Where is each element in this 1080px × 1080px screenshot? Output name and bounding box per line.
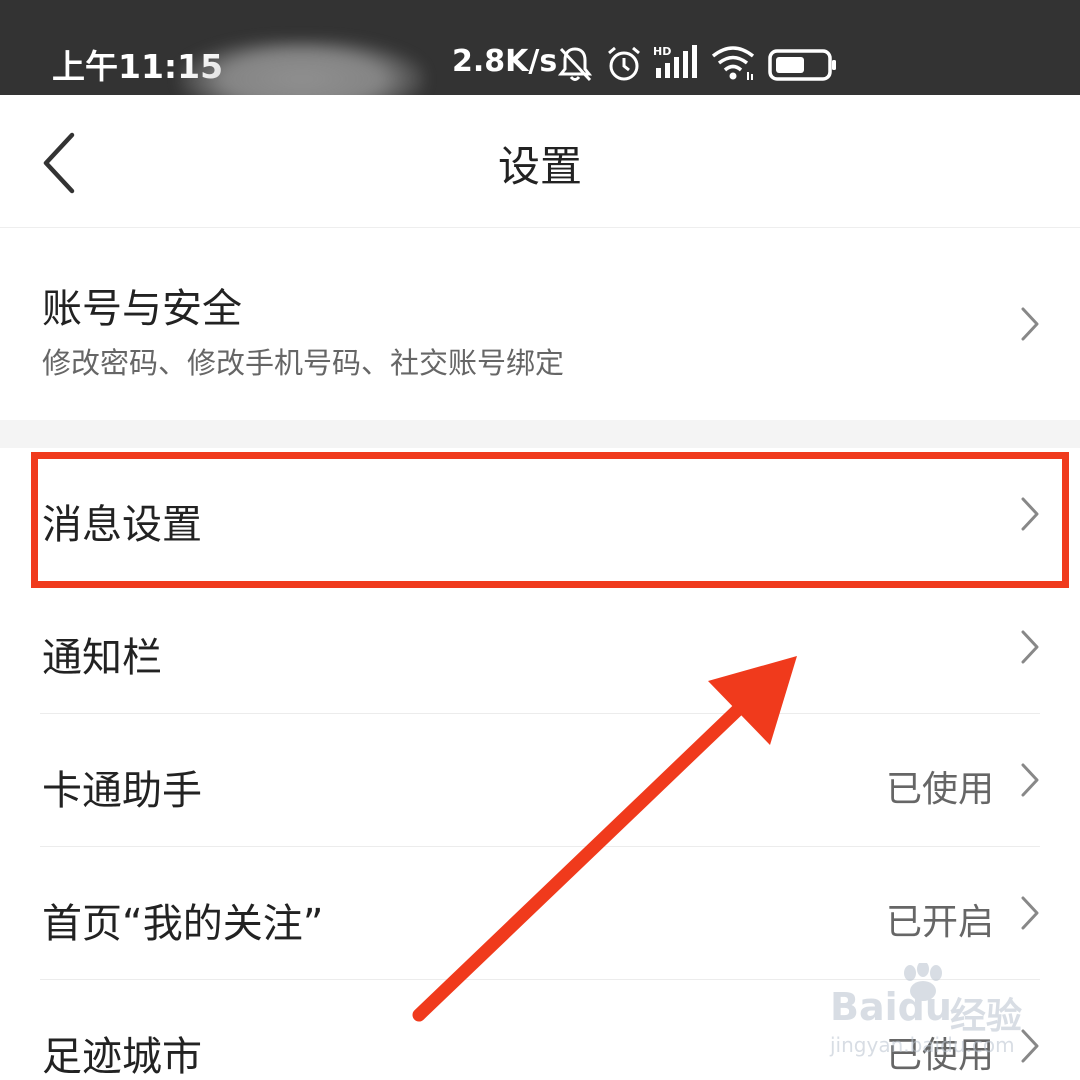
chevron-right-icon — [1021, 307, 1039, 341]
chevron-right-icon — [1021, 1029, 1039, 1063]
section-separator — [0, 420, 1080, 448]
setting-item-cartoon-assistant[interactable]: 卡通助手 已使用 — [0, 714, 1080, 847]
chevron-right-icon — [1021, 630, 1039, 664]
chevron-right-icon — [1021, 896, 1039, 930]
status-bar: 上午11:15 2.8K/s HD — [0, 0, 1080, 120]
bell-muted-icon — [557, 47, 593, 82]
chevron-right-icon — [1021, 763, 1039, 797]
setting-label: 首页“我的关注” — [42, 901, 324, 947]
setting-status: 已使用 — [885, 1035, 994, 1076]
setting-item-footprint-city[interactable]: 足迹城市 已使用 — [0, 980, 1080, 1080]
setting-label: 账号与安全 — [42, 286, 242, 332]
network-speed: 2.8K/s — [452, 44, 558, 79]
page-title: 设置 — [497, 142, 582, 191]
alarm-icon — [608, 46, 640, 81]
battery-icon — [768, 49, 836, 81]
setting-status: 已开启 — [885, 902, 994, 943]
chevron-right-icon — [1021, 497, 1039, 531]
setting-description: 修改密码、修改手机号码、社交账号绑定 — [42, 346, 565, 380]
setting-label: 通知栏 — [42, 635, 162, 681]
signal-badge: HD — [653, 45, 671, 58]
setting-label: 足迹城市 — [42, 1034, 202, 1080]
setting-item-account-security[interactable]: 账号与安全 修改密码、修改手机号码、社交账号绑定 — [0, 228, 1080, 420]
nav-header: 设置 — [0, 95, 1080, 228]
wifi-icon — [711, 46, 755, 80]
setting-label: 卡通助手 — [42, 768, 202, 814]
hd-signal-icon: HD — [653, 45, 697, 78]
setting-item-homepage-follows[interactable]: 首页“我的关注” 已开启 — [0, 847, 1080, 980]
setting-label: 消息设置 — [42, 502, 202, 548]
setting-status: 已使用 — [885, 769, 994, 810]
setting-item-notification-bar[interactable]: 通知栏 — [0, 581, 1080, 714]
setting-item-message[interactable]: 消息设置 — [0, 448, 1080, 581]
